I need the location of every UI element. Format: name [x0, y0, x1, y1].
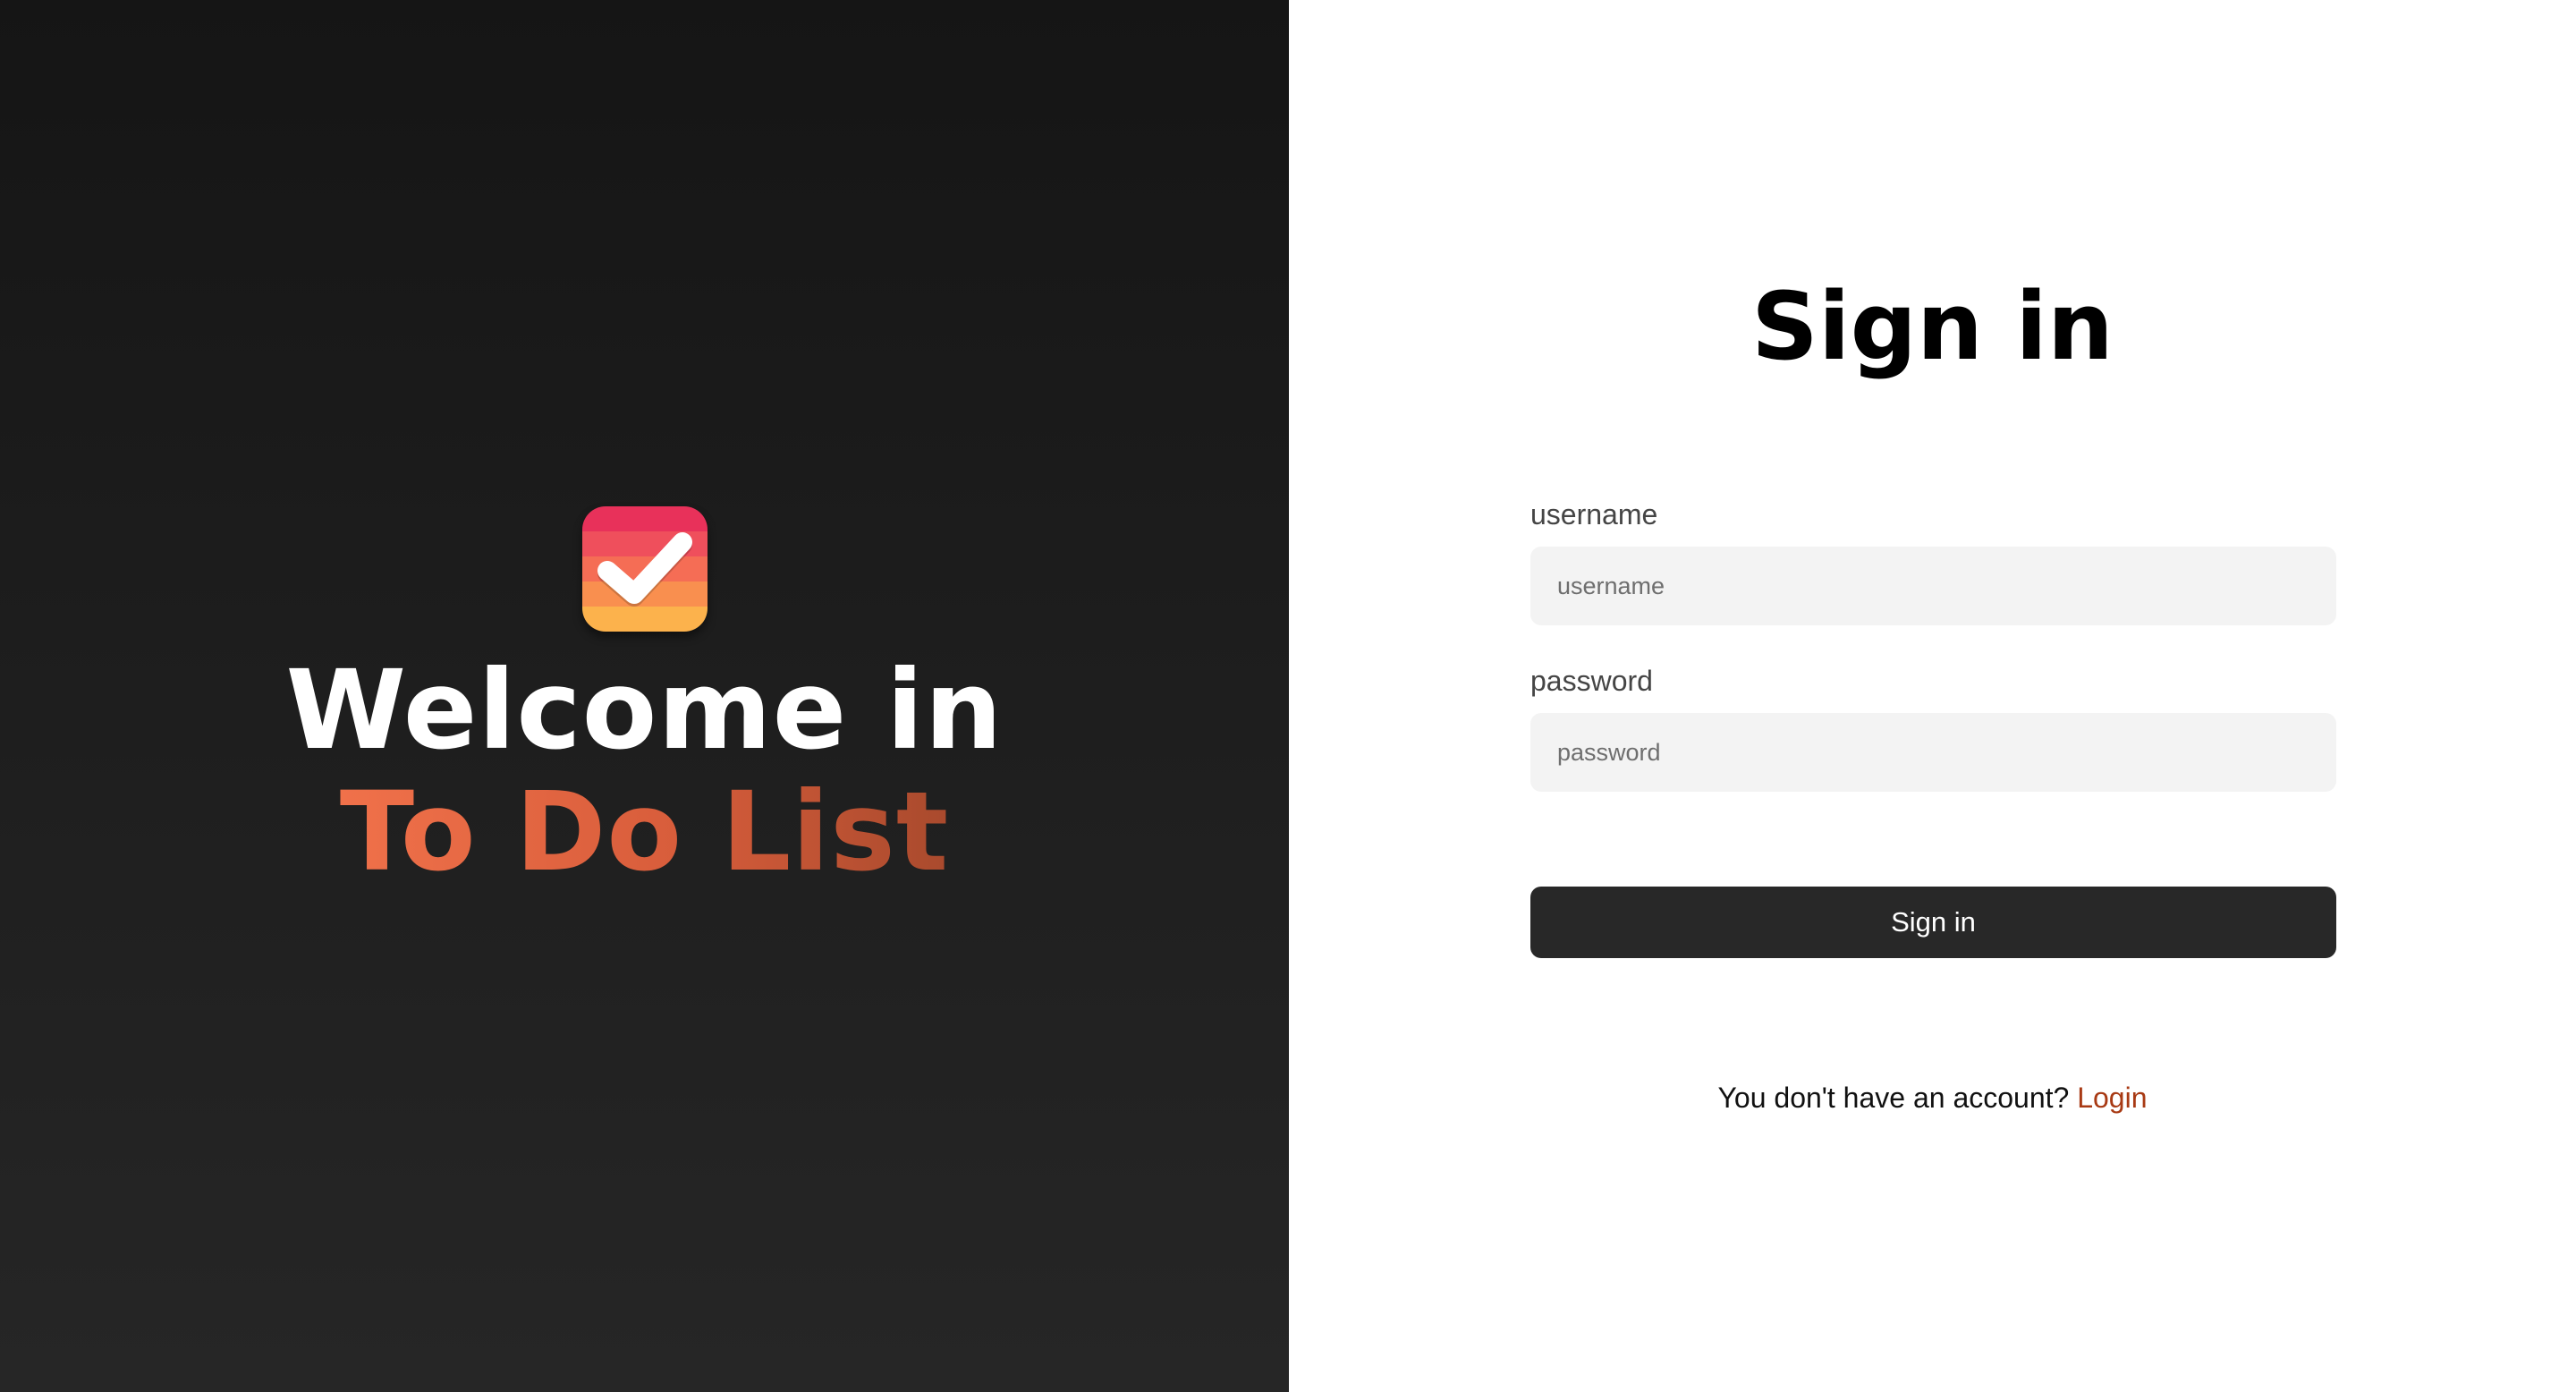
sign-in-button[interactable]: Sign in — [1530, 887, 2336, 958]
checkmark-icon — [597, 532, 692, 607]
username-field-group: username — [1530, 497, 2336, 625]
welcome-heading: Welcome in — [285, 647, 1004, 774]
username-label: username — [1530, 498, 1658, 530]
password-field-group: password — [1530, 663, 2336, 792]
app-name-heading: To Do List — [339, 768, 950, 895]
account-prompt: You don't have an account? Login — [1289, 1078, 2576, 1117]
login-link[interactable]: Login — [2077, 1082, 2147, 1114]
login-page: Welcome in To Do List Sign in username p… — [0, 0, 2576, 1392]
signin-form: username password Sign in — [1530, 497, 2336, 958]
password-input[interactable] — [1530, 713, 2336, 792]
brand-block: Welcome in To Do List — [0, 506, 1289, 893]
password-label: password — [1530, 665, 1653, 697]
page-title: Sign in — [1751, 272, 2114, 381]
username-input[interactable] — [1530, 547, 2336, 625]
welcome-panel: Welcome in To Do List — [0, 0, 1289, 1392]
account-prompt-text: You don't have an account? — [1717, 1082, 2070, 1114]
signin-panel: Sign in username password Sign in You do… — [1289, 0, 2576, 1392]
checkmark-app-icon — [581, 506, 708, 632]
